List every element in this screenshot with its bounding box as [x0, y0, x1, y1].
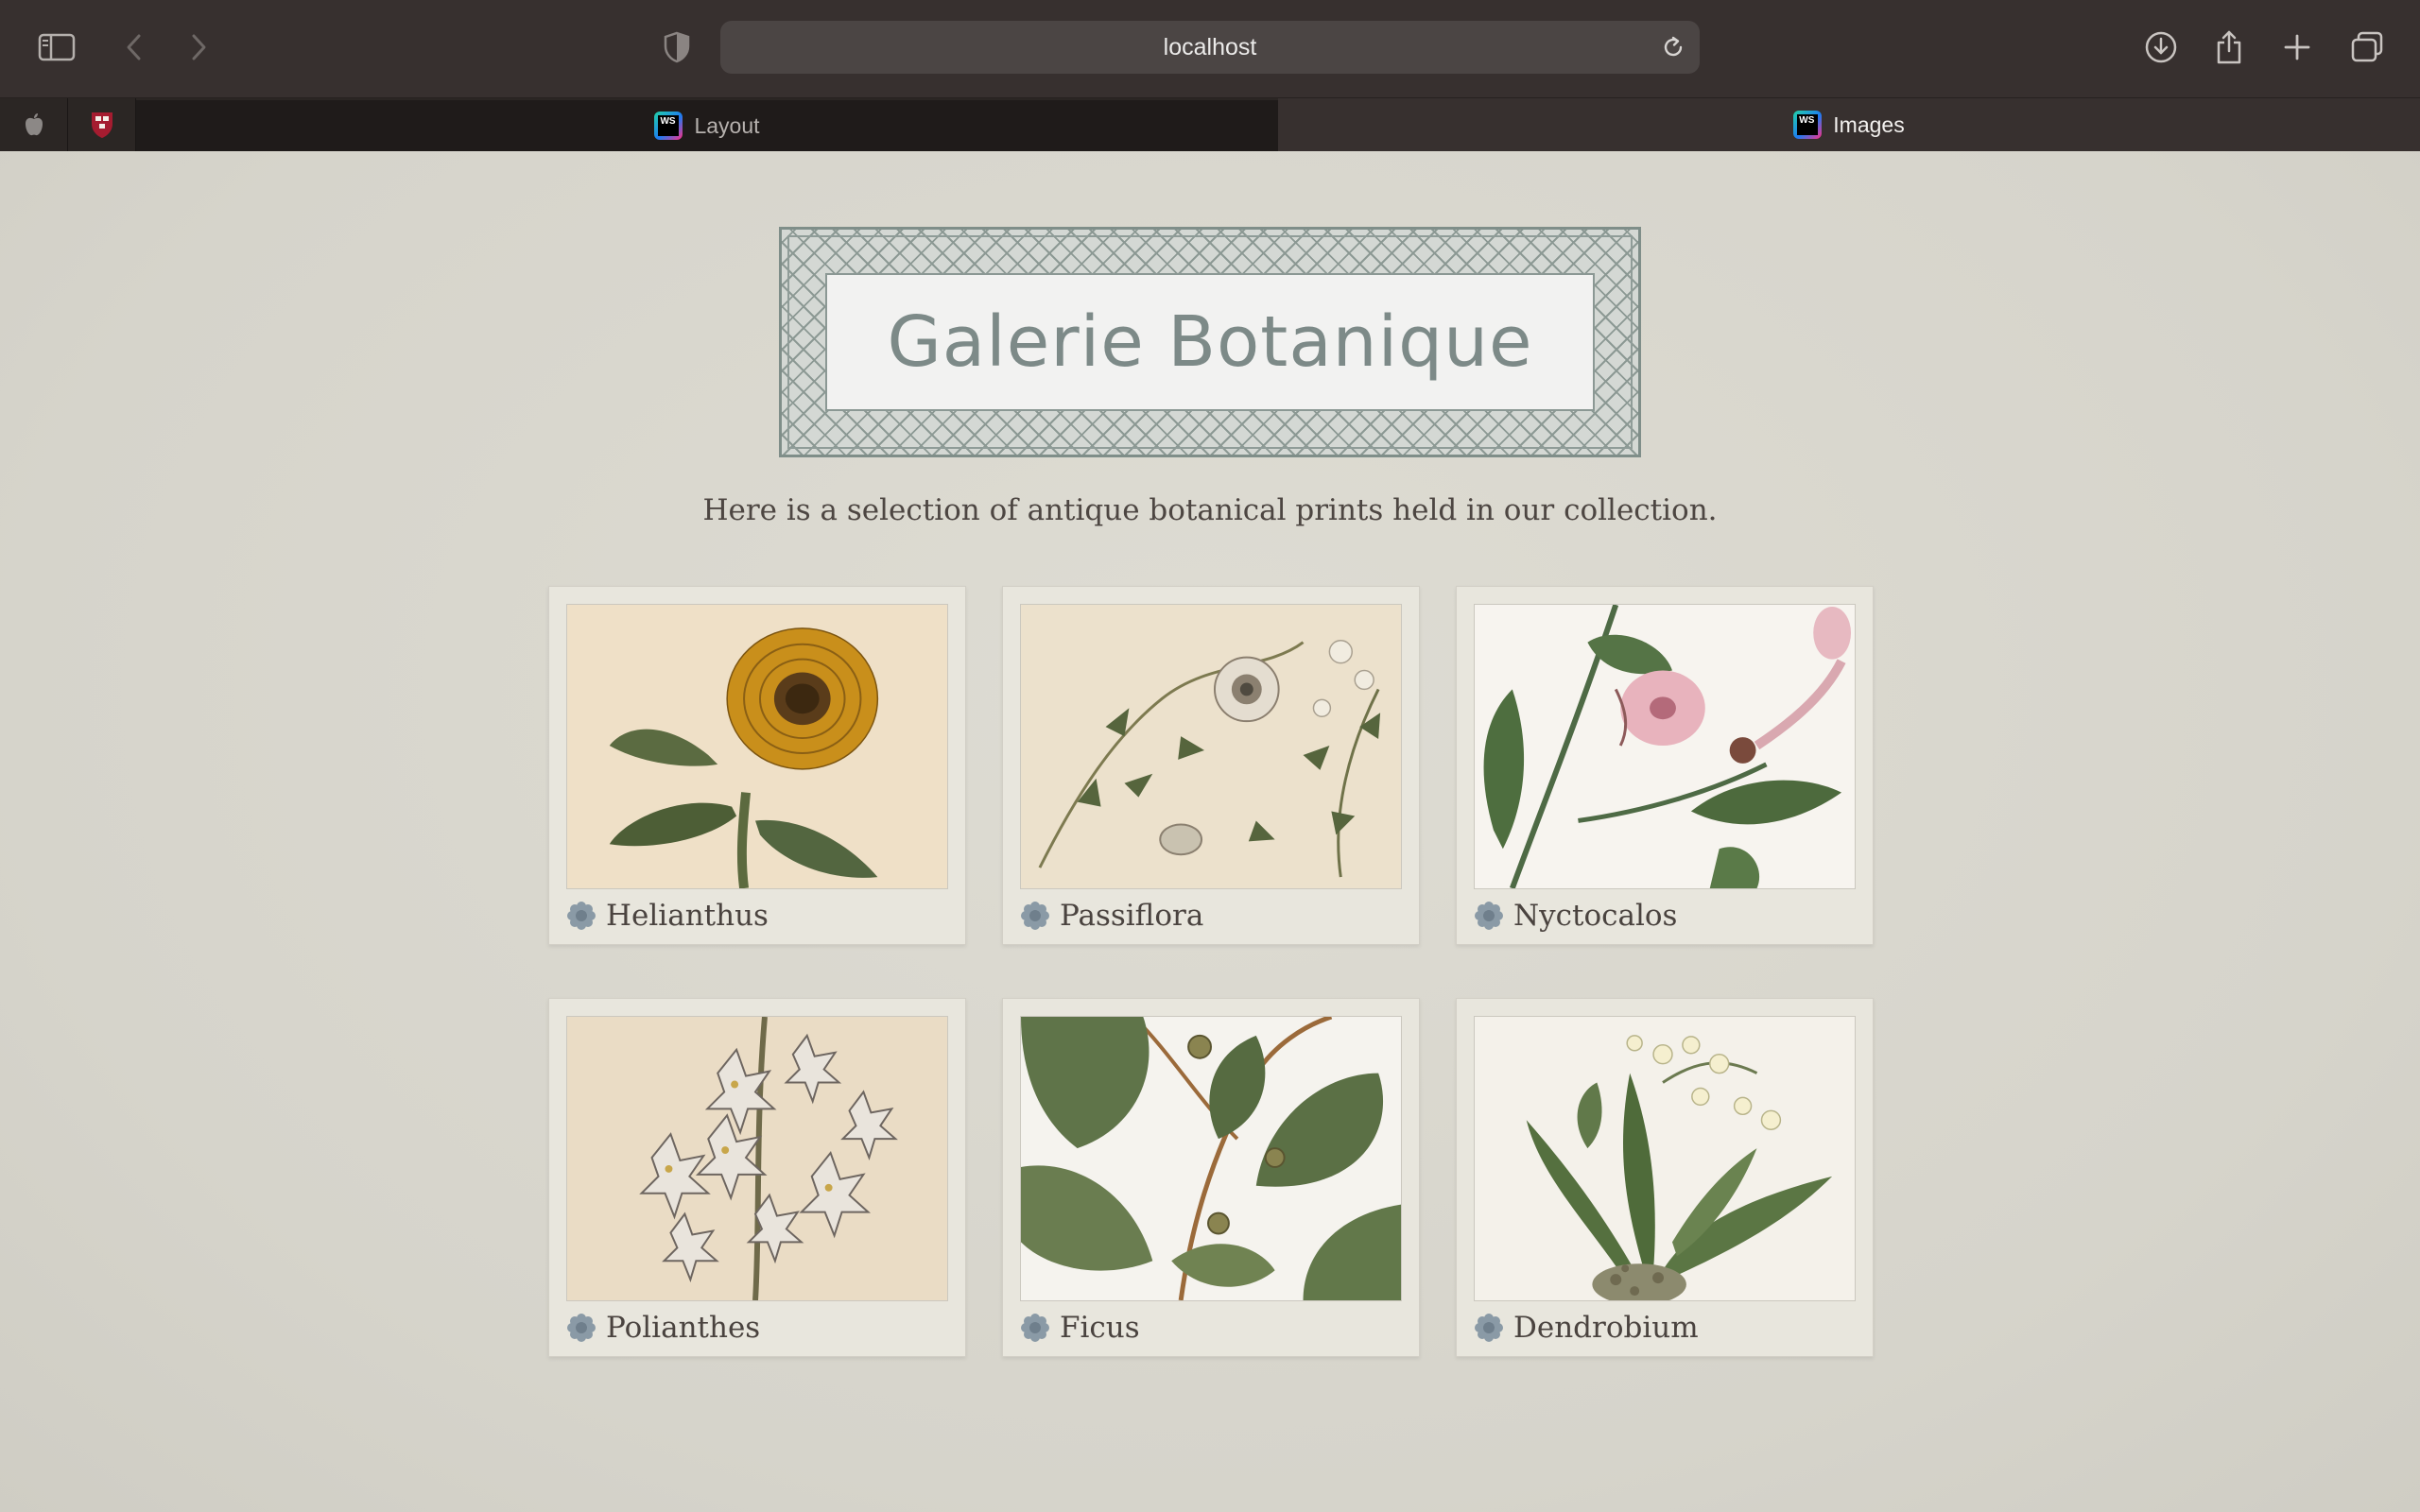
tab-label: Layout	[694, 112, 760, 138]
pinned-tab-apple[interactable]	[0, 98, 68, 151]
gallery-card[interactable]: Ficus	[1002, 998, 1420, 1357]
card-caption-text: Helianthus	[606, 899, 769, 933]
card-caption: Polianthes	[566, 1309, 760, 1347]
card-caption-text: Dendrobium	[1513, 1311, 1699, 1345]
forward-button[interactable]	[172, 21, 225, 74]
dendrobium-print[interactable]	[1474, 1016, 1856, 1301]
card-caption: Helianthus	[566, 897, 769, 935]
share-button[interactable]	[2203, 21, 2256, 74]
site-logo: Galerie Botanique	[779, 227, 1641, 457]
tab-bar: WS Layout WS Images	[0, 98, 2420, 151]
logo-panel: Galerie Botanique	[825, 273, 1595, 411]
webstorm-icon: WS	[1793, 111, 1823, 139]
flower-icon	[1475, 902, 1503, 930]
flower-icon	[1021, 902, 1049, 930]
tab-label: Images	[1833, 112, 1905, 137]
address-text: localhost	[1163, 34, 1257, 60]
card-caption-text: Passiflora	[1060, 899, 1204, 933]
harvard-shield-icon	[91, 112, 112, 138]
gallery-card[interactable]: Passiflora	[1002, 586, 1420, 945]
page-content: Galerie Botanique Here is a selection of…	[0, 151, 2420, 1512]
flower-icon	[567, 902, 596, 930]
gallery-card[interactable]: Helianthus	[548, 586, 966, 945]
pinned-tab-harvard[interactable]	[68, 98, 136, 151]
gallery-card[interactable]: Nyctocalos	[1456, 586, 1874, 945]
sidebar-icon	[38, 33, 76, 61]
reload-icon[interactable]	[1660, 34, 1686, 60]
card-caption: Nyctocalos	[1474, 897, 1677, 935]
logo-text: Galerie Botanique	[887, 301, 1533, 383]
address-bar[interactable]: localhost	[720, 21, 1700, 74]
flower-icon	[567, 1314, 596, 1342]
privacy-report-button[interactable]	[650, 21, 703, 74]
download-icon	[2145, 31, 2177, 63]
browser-toolbar: localhost	[0, 0, 2420, 98]
sidebar-toggle-button[interactable]	[30, 21, 83, 74]
gallery-card[interactable]: Polianthes	[548, 998, 966, 1357]
card-caption: Passiflora	[1020, 897, 1203, 935]
flower-icon	[1475, 1314, 1503, 1342]
card-caption-text: Ficus	[1060, 1311, 1140, 1345]
card-caption-text: Polianthes	[606, 1311, 761, 1345]
chevron-right-icon	[192, 34, 206, 60]
nyctocalos-print[interactable]	[1474, 604, 1856, 889]
tab-overview-icon	[2351, 31, 2383, 62]
downloads-button[interactable]	[2135, 21, 2187, 74]
shield-icon	[664, 31, 690, 63]
passiflora-print[interactable]	[1020, 604, 1402, 889]
plus-icon	[2284, 34, 2310, 60]
ficus-print[interactable]	[1020, 1016, 1402, 1301]
new-tab-button[interactable]	[2271, 21, 2324, 74]
gallery-card[interactable]: Dendrobium	[1456, 998, 1874, 1357]
intro-text: Here is a selection of antique botanical…	[702, 493, 1718, 527]
apple-icon	[25, 113, 43, 136]
card-caption: Ficus	[1020, 1309, 1140, 1347]
back-button[interactable]	[108, 21, 161, 74]
tab-images[interactable]: WS Images	[1278, 98, 2420, 151]
card-caption-text: Nyctocalos	[1513, 899, 1678, 933]
tab-overview-button[interactable]	[2341, 21, 2394, 74]
flower-icon	[1021, 1314, 1049, 1342]
tab-layout[interactable]: WS Layout	[136, 98, 1278, 151]
helianthus-print[interactable]	[566, 604, 948, 889]
polianthes-print[interactable]	[566, 1016, 948, 1301]
card-caption: Dendrobium	[1474, 1309, 1699, 1347]
share-icon	[2217, 30, 2241, 64]
webstorm-icon: WS	[654, 112, 683, 140]
chevron-left-icon	[127, 34, 141, 60]
